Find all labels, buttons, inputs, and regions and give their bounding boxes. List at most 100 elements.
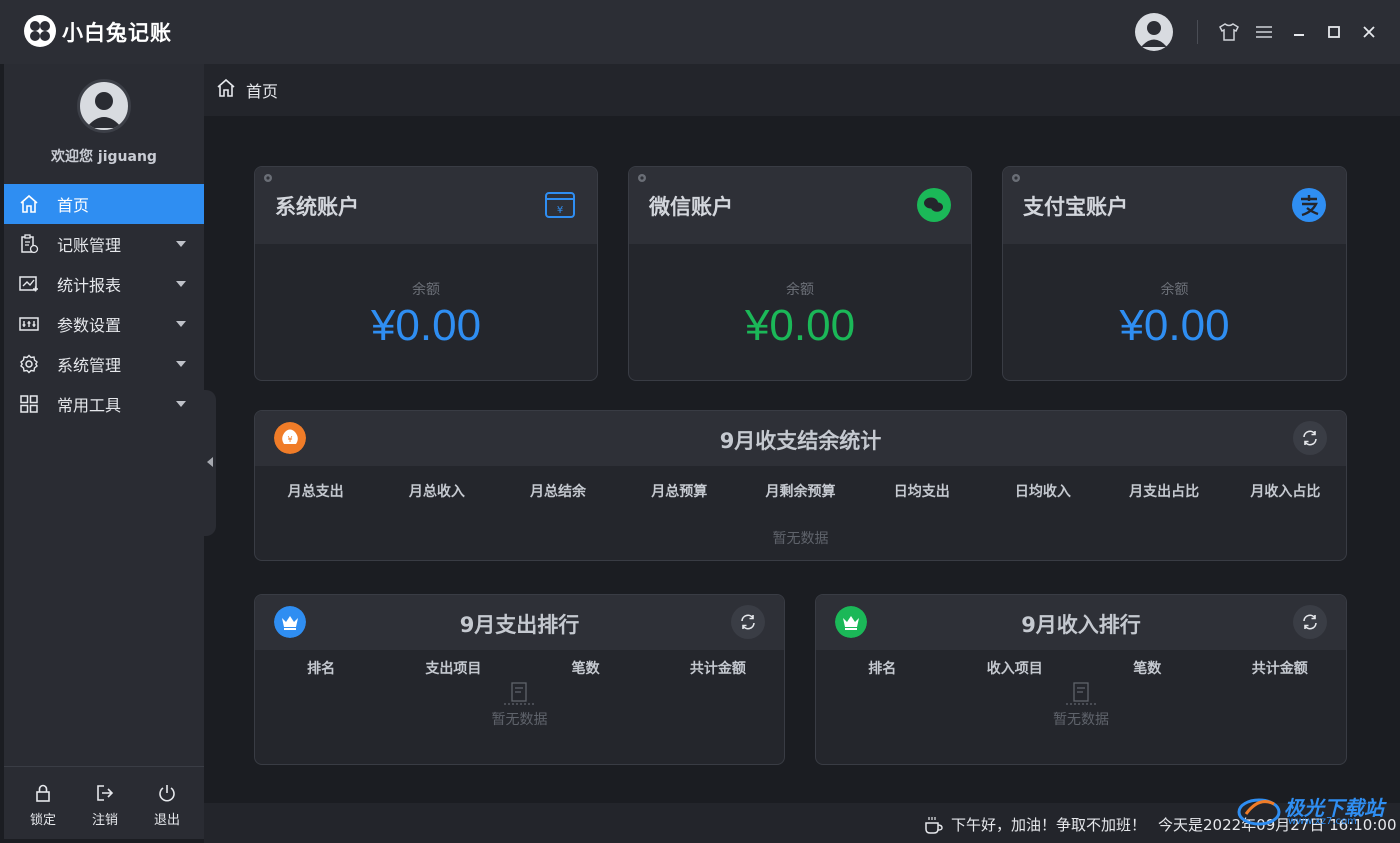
card-header: 支付宝账户 bbox=[1003, 167, 1346, 244]
skin-shirt-icon[interactable] bbox=[1217, 20, 1241, 44]
sidebar-item-system[interactable]: 系统管理 bbox=[4, 344, 204, 384]
column-header: 月支出占比 bbox=[1129, 484, 1200, 500]
column-header: 排名 bbox=[307, 661, 336, 677]
refresh-button[interactable] bbox=[731, 605, 765, 639]
column-header: 笔数 bbox=[571, 661, 600, 677]
sidebar-item-parameters[interactable]: 参数设置 bbox=[4, 304, 204, 344]
card-title: 微信账户 bbox=[649, 195, 733, 219]
table-header: 月总支出 月总收入 月总结余 月总预算 月剩余预算 日均支出 日均收入 月支出占… bbox=[255, 481, 1346, 501]
panel-header: ¥ 9月收支结余统计 bbox=[255, 411, 1346, 466]
titlebar-divider bbox=[1197, 20, 1198, 44]
sidebar-item-label: 首页 bbox=[57, 196, 90, 215]
balance-value: ¥0.00 bbox=[370, 301, 482, 350]
panel-header: 9月支出排行 bbox=[255, 595, 784, 650]
lock-icon bbox=[18, 781, 68, 805]
lock-label: 锁定 bbox=[29, 813, 56, 828]
table-header: 排名 支出项目 笔数 共计金额 bbox=[255, 658, 784, 678]
balance-label: 余额 bbox=[412, 282, 440, 298]
logout-label: 注销 bbox=[91, 813, 118, 828]
card-header: 系统账户 ¥ bbox=[255, 167, 597, 244]
status-greeting: 下午好，加油！争取不加班！ bbox=[923, 814, 1146, 835]
sidebar-avatar[interactable] bbox=[77, 79, 131, 133]
welcome-text: 欢迎您 jiguang bbox=[51, 149, 157, 165]
refresh-icon bbox=[1303, 614, 1317, 630]
app-logo-icon bbox=[24, 15, 56, 47]
column-header: 月总预算 bbox=[651, 484, 708, 500]
wechat-icon bbox=[917, 188, 951, 222]
chevron-down-icon bbox=[176, 361, 186, 367]
empty-text: 暂无数据 bbox=[491, 712, 548, 728]
sidebar-item-label: 参数设置 bbox=[57, 316, 122, 335]
alipay-icon bbox=[1292, 188, 1326, 222]
empty-data-icon bbox=[504, 682, 536, 705]
title-bar: 小白兔记账 bbox=[0, 0, 1400, 64]
chevron-down-icon bbox=[176, 241, 186, 247]
balance-label: 余额 bbox=[786, 282, 814, 298]
sidebar-item-tools[interactable]: 常用工具 bbox=[4, 384, 204, 424]
column-header: 共计金额 bbox=[689, 661, 746, 677]
power-icon bbox=[142, 781, 192, 805]
svg-text:¥: ¥ bbox=[557, 205, 563, 216]
chevron-down-icon bbox=[176, 321, 186, 327]
wechat-account-card: 微信账户 余额 ¥0.00 bbox=[628, 166, 972, 381]
coffee-cup-icon bbox=[925, 816, 943, 834]
sidebar-item-reports[interactable]: 统计报表 bbox=[4, 264, 204, 304]
sidebar-footer: 锁定 注销 退出 bbox=[4, 766, 204, 839]
card-header: 微信账户 bbox=[629, 167, 971, 244]
column-header: 共计金额 bbox=[1251, 661, 1308, 677]
close-icon[interactable] bbox=[1357, 20, 1381, 44]
refresh-icon bbox=[1303, 430, 1317, 446]
breadcrumb-current: 首页 bbox=[246, 82, 279, 101]
sidebar-item-label: 统计报表 bbox=[57, 276, 122, 295]
maximize-icon[interactable] bbox=[1322, 20, 1346, 44]
panel-header: 9月收入排行 bbox=[816, 595, 1346, 650]
panel-title: 9月收入排行 bbox=[1021, 613, 1141, 637]
column-header: 排名 bbox=[868, 661, 897, 677]
sidebar-item-label: 常用工具 bbox=[57, 396, 122, 415]
income-ranking-panel: 9月收入排行 排名 收入项目 笔数 共计金额 暂无数据 bbox=[815, 594, 1347, 765]
column-header: 月收入占比 bbox=[1250, 484, 1321, 500]
column-header: 月总收入 bbox=[408, 484, 465, 500]
sidebar-item-home[interactable]: 首页 bbox=[4, 184, 204, 224]
sidebar-item-bookkeeping[interactable]: 记账管理 bbox=[4, 224, 204, 264]
logout-icon bbox=[80, 781, 130, 805]
minimize-icon[interactable] bbox=[1287, 20, 1311, 44]
expense-ranking-panel: 9月支出排行 排名 支出项目 笔数 共计金额 暂无数据 bbox=[254, 594, 785, 765]
refresh-button[interactable] bbox=[1293, 605, 1327, 639]
card-title: 系统账户 bbox=[275, 195, 359, 219]
monthly-stats-panel: ¥ 9月收支结余统计 月总支出 月总收入 月总结余 月总预算 月剩余预算 日均支… bbox=[254, 410, 1347, 561]
system-account-card: 系统账户 ¥ 余额 ¥0.00 bbox=[254, 166, 598, 381]
column-header: 日均收入 bbox=[1014, 484, 1071, 500]
lock-button[interactable]: 锁定 bbox=[18, 781, 68, 828]
empty-text: 暂无数据 bbox=[772, 531, 829, 547]
empty-text: 暂无数据 bbox=[1053, 712, 1109, 728]
gear-icon bbox=[638, 174, 646, 182]
empty-data-icon bbox=[1066, 682, 1098, 705]
balance-label: 余额 bbox=[1160, 282, 1189, 298]
sidebar-item-label: 记账管理 bbox=[57, 236, 122, 255]
logout-button[interactable]: 注销 bbox=[80, 781, 130, 828]
chevron-down-icon bbox=[176, 281, 186, 287]
clipboard-icon bbox=[18, 233, 40, 255]
refresh-button[interactable] bbox=[1293, 421, 1327, 455]
gear-icon bbox=[18, 353, 40, 375]
exit-label: 退出 bbox=[153, 813, 180, 828]
panel-title: 9月支出排行 bbox=[459, 613, 580, 637]
table-header: 排名 收入项目 笔数 共计金额 bbox=[816, 658, 1346, 678]
chevron-down-icon bbox=[176, 401, 186, 407]
column-header: 月总支出 bbox=[287, 484, 344, 500]
panel-title: 9月收支结余统计 bbox=[719, 429, 882, 453]
user-avatar[interactable] bbox=[1135, 13, 1173, 51]
exit-button[interactable]: 退出 bbox=[142, 781, 192, 828]
watermark-url: www.xz7.com bbox=[1288, 816, 1357, 827]
wallet-icon: ¥ bbox=[545, 192, 575, 218]
refresh-icon bbox=[741, 614, 755, 630]
column-header: 日均支出 bbox=[893, 484, 950, 500]
sidebar-collapse-handle[interactable] bbox=[204, 390, 216, 536]
gear-icon bbox=[264, 174, 272, 182]
balance-value: ¥0.00 bbox=[1119, 301, 1230, 350]
status-bar: 下午好，加油！争取不加班！ 今天是2022年09月27日 16:10:00 bbox=[204, 803, 1400, 843]
home-icon[interactable] bbox=[216, 78, 236, 102]
greeting-text: 下午好，加油！争取不加班！ bbox=[951, 816, 1147, 834]
menu-icon[interactable] bbox=[1252, 20, 1276, 44]
